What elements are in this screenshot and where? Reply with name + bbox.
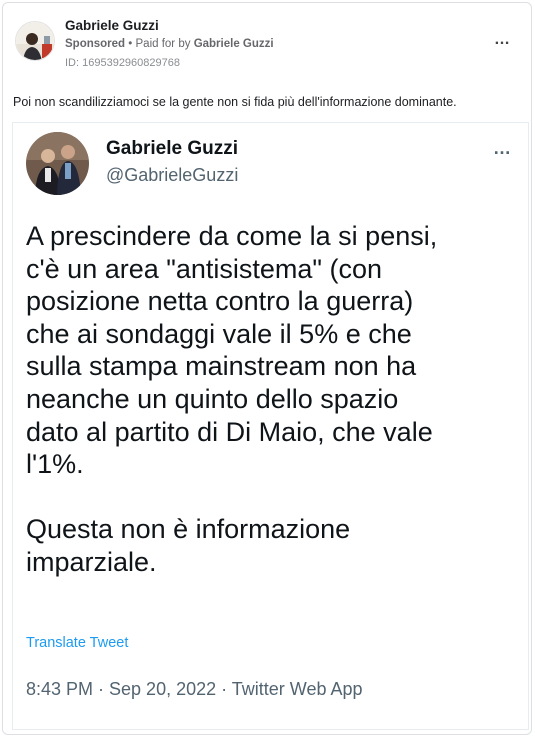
tweet-author-name: Gabriele Guzzi bbox=[106, 138, 238, 159]
ad-card: Gabriele Guzzi Sponsored • Paid for by G… bbox=[2, 2, 532, 735]
tweet-avatar bbox=[26, 132, 89, 195]
sponsor-line: Sponsored • Paid for by Gabriele Guzzi bbox=[65, 38, 274, 50]
translate-tweet-link: Translate Tweet bbox=[26, 635, 129, 651]
tweet-line: dato al partito di Di Maio, che vale bbox=[26, 416, 433, 447]
ad-id: ID: 1695392960829768 bbox=[65, 57, 180, 69]
tweet-author-handle: @GabrieleGuzzi bbox=[106, 165, 239, 185]
advertiser-photo bbox=[16, 22, 54, 60]
tweet-line: sulla stampa mainstream non ha bbox=[26, 351, 417, 382]
ad-caption: Poi non scandilizziamoci se la gente non… bbox=[13, 95, 457, 109]
tweet-timestamp: 8:43 PM · Sep 20, 2022 · Twitter Web App bbox=[26, 679, 363, 699]
tweet-line: che ai sondaggi vale il 5% e che bbox=[26, 318, 412, 349]
tweet-more-icon: … bbox=[493, 138, 512, 158]
paid-for-name: Gabriele Guzzi bbox=[193, 38, 274, 50]
advertiser-name[interactable]: Gabriele Guzzi bbox=[65, 18, 159, 33]
tweet-body: A prescindere da come la si pensi, c'è u… bbox=[26, 220, 522, 579]
more-options-icon[interactable]: … bbox=[494, 31, 511, 49]
tweet-screenshot: Gabriele Guzzi @GabrieleGuzzi … A presci… bbox=[12, 122, 529, 730]
tweet-avatar-photo bbox=[26, 132, 89, 195]
sponsored-label: Sponsored bbox=[65, 38, 126, 50]
paid-for-prefix: Paid for by bbox=[135, 38, 191, 50]
tweet-line: posizione netta contro la guerra) bbox=[26, 286, 414, 317]
tweet-line: c'è un area "antisistema" (con bbox=[26, 253, 382, 284]
tweet-line: A prescindere da come la si pensi, bbox=[26, 221, 438, 251]
tweet-line: neanche un quinto dello spazio bbox=[26, 383, 399, 414]
separator: • bbox=[128, 38, 133, 50]
tweet-line: Questa non è informazione bbox=[26, 514, 351, 545]
tweet-line: l'1%. bbox=[26, 449, 84, 480]
tweet-line: imparziale. bbox=[26, 546, 157, 577]
advertiser-avatar[interactable] bbox=[15, 21, 55, 61]
